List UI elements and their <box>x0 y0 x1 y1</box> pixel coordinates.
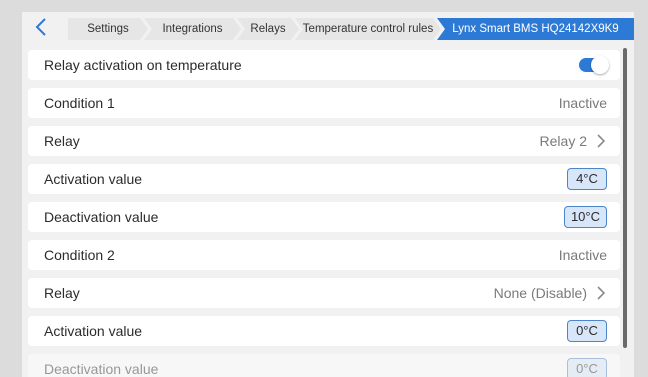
condition-status: Inactive <box>558 95 607 111</box>
deactivation-value-1-row: Deactivation value 10°C <box>28 202 620 232</box>
activation-value-1-field[interactable]: 4°C <box>567 168 607 190</box>
top-bar: Settings Integrations Relays Temperature… <box>22 12 634 46</box>
chevron-right-icon <box>595 133 607 149</box>
deactivation-value-2-row: Deactivation value 0°C <box>28 354 620 377</box>
row-label: Condition 1 <box>44 95 115 111</box>
deactivation-value-1-field[interactable]: 10°C <box>563 206 607 228</box>
scrollbar[interactable] <box>623 48 628 377</box>
back-button[interactable] <box>26 16 56 42</box>
condition-status: Inactive <box>558 247 607 263</box>
switch-knob <box>591 56 609 74</box>
activation-value-2-field[interactable]: 0°C <box>567 320 607 342</box>
relay-value: Relay 2 <box>539 133 587 149</box>
relay-1-row[interactable]: Relay Relay 2 <box>28 126 620 156</box>
row-label: Relay <box>44 133 80 149</box>
relay-2-row[interactable]: Relay None (Disable) <box>28 278 620 308</box>
condition-1-row: Condition 1 Inactive <box>28 88 620 118</box>
relay-selection: None (Disable) <box>494 285 607 301</box>
row-label: Relay <box>44 285 80 301</box>
chevron-right-icon <box>595 285 607 301</box>
relay-value: None (Disable) <box>493 285 587 301</box>
row-label: Activation value <box>44 171 143 187</box>
relay-activation-toggle-row[interactable]: Relay activation on temperature <box>28 50 620 80</box>
breadcrumb-item-relays[interactable]: Relays <box>237 18 299 40</box>
activation-value-1-row: Activation value 4°C <box>28 164 620 194</box>
breadcrumb-item-current: Lynx Smart BMS HQ24142X9K9 <box>437 18 634 40</box>
row-label: Activation value <box>44 323 143 339</box>
row-label: Deactivation value <box>44 209 159 225</box>
activation-value-2-row: Activation value 0°C <box>28 316 620 346</box>
condition-2-row: Condition 2 Inactive <box>28 240 620 270</box>
row-label: Condition 2 <box>44 247 115 263</box>
chevron-left-icon <box>35 17 47 42</box>
scrollbar-thumb[interactable] <box>623 48 627 348</box>
relay-selection: Relay 2 <box>540 133 607 149</box>
breadcrumb-item-settings[interactable]: Settings <box>68 18 148 40</box>
row-label: Deactivation value <box>44 361 159 377</box>
row-label: Relay activation on temperature <box>44 57 242 73</box>
breadcrumb-item-integrations[interactable]: Integrations <box>144 18 241 40</box>
relay-activation-switch[interactable] <box>579 56 609 74</box>
breadcrumb-item-temperature-control-rules[interactable]: Temperature control rules <box>295 18 441 40</box>
settings-window: Settings Integrations Relays Temperature… <box>22 12 634 377</box>
deactivation-value-2-field[interactable]: 0°C <box>567 358 607 377</box>
